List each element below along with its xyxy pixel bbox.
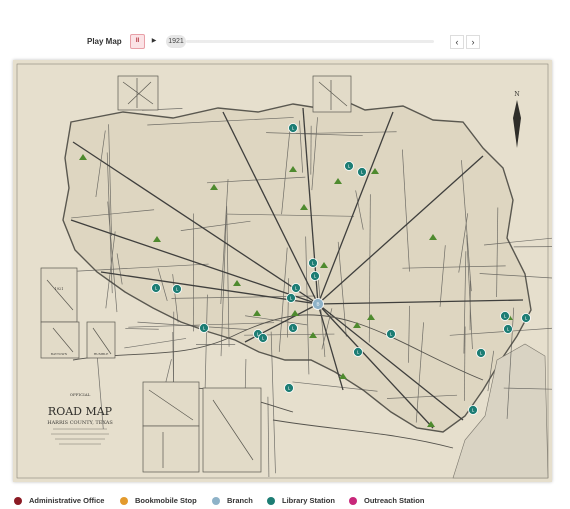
- inset-date-label: 1921: [55, 287, 64, 291]
- library-station-marker[interactable]: L: [308, 258, 318, 268]
- map-legend: Administrative Office Bookmobile Stop Br…: [0, 494, 570, 508]
- outreach-station-icon: [349, 497, 357, 505]
- legend-label: Library Station: [282, 496, 335, 505]
- inset-label-baytown: BAYTOWN: [51, 352, 68, 356]
- marker-glyph: B: [316, 302, 319, 307]
- administrative-office-icon: [14, 497, 22, 505]
- time-slider-controls: Play Map II ▶ 1921 ‹ ›: [0, 30, 570, 54]
- library-station-marker[interactable]: L: [288, 123, 298, 133]
- year-badge: 1921: [166, 35, 186, 48]
- library-station-marker[interactable]: L: [357, 167, 367, 177]
- historic-road-map[interactable]: OFFICIAL ROAD MAP HARRIS COUNTY, TEXAS 1…: [13, 60, 552, 482]
- road-map-canvas[interactable]: OFFICIAL ROAD MAP HARRIS COUNTY, TEXAS 1…: [13, 60, 552, 482]
- previous-year-button[interactable]: ‹: [450, 35, 464, 49]
- year-slider-track[interactable]: [186, 40, 434, 43]
- library-station-icon: [267, 497, 275, 505]
- legend-label: Bookmobile Stop: [135, 496, 197, 505]
- library-station-marker[interactable]: L: [468, 405, 478, 415]
- library-station-marker[interactable]: L: [286, 293, 296, 303]
- library-station-marker[interactable]: L: [521, 313, 531, 323]
- library-station-marker[interactable]: L: [476, 348, 486, 358]
- legend-label: Outreach Station: [364, 496, 425, 505]
- map-title-main: ROAD MAP: [48, 405, 113, 418]
- pause-button[interactable]: II: [130, 34, 145, 49]
- north-letter: N: [514, 91, 519, 98]
- library-station-marker[interactable]: L: [310, 271, 320, 281]
- legend-label: Administrative Office: [29, 496, 105, 505]
- library-station-marker[interactable]: L: [172, 284, 182, 294]
- bookmobile-stop-icon: [120, 497, 128, 505]
- inset-label-humble: HUMBLE: [94, 352, 109, 356]
- next-year-button[interactable]: ›: [466, 35, 480, 49]
- map-title-subtitle: HARRIS COUNTY, TEXAS: [47, 420, 113, 426]
- library-station-marker[interactable]: L: [353, 347, 363, 357]
- play-button[interactable]: ▶: [148, 34, 160, 49]
- library-station-marker[interactable]: L: [344, 161, 354, 171]
- library-station-marker[interactable]: L: [258, 333, 268, 343]
- library-station-marker[interactable]: L: [500, 311, 510, 321]
- branch-icon: [212, 497, 220, 505]
- library-station-marker[interactable]: L: [291, 283, 301, 293]
- library-station-marker[interactable]: L: [199, 323, 209, 333]
- library-station-marker[interactable]: L: [151, 283, 161, 293]
- branch-marker[interactable]: B: [312, 298, 324, 310]
- play-map-label: Play Map: [87, 37, 122, 46]
- library-station-marker[interactable]: L: [284, 383, 294, 393]
- library-station-marker[interactable]: L: [386, 329, 396, 339]
- library-station-marker[interactable]: L: [288, 323, 298, 333]
- map-title-small: OFFICIAL: [70, 392, 91, 397]
- legend-label: Branch: [227, 496, 253, 505]
- library-station-marker[interactable]: L: [503, 324, 513, 334]
